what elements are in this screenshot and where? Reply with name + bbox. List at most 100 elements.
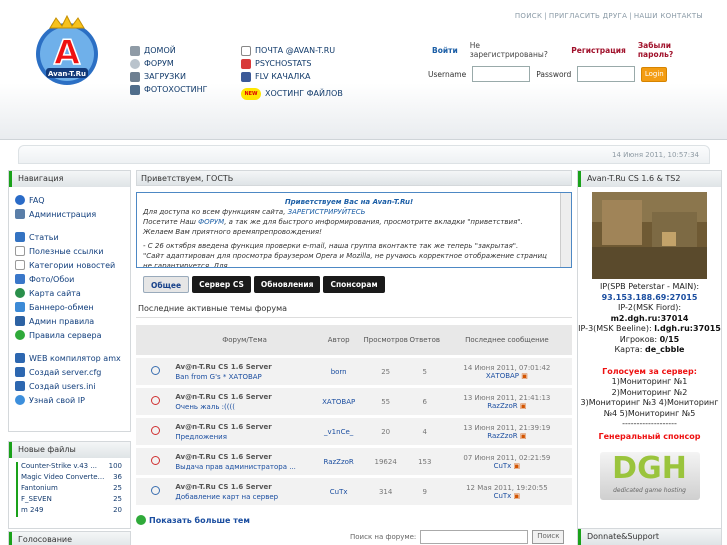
topic-author[interactable]: born (313, 358, 364, 385)
col-views[interactable]: Просмотров (363, 325, 408, 355)
menu-faq[interactable]: FAQ (9, 193, 130, 207)
forum-search-input[interactable] (420, 530, 529, 544)
toplink-search[interactable]: ПОИСК (515, 12, 542, 20)
last-post-username[interactable]: RazZzoR (487, 432, 517, 440)
server-block: Avan-T.Ru CS 1.6 & TS2 IP(SPB Peterstar … (577, 170, 722, 545)
forum-name[interactable]: Av@n-T.Ru CS 1.6 Server (175, 452, 313, 462)
last-post-user[interactable]: ХАТОВАР ▣ (442, 372, 572, 380)
topic-title[interactable]: Предложения (175, 432, 313, 442)
menu-banner-exchange[interactable]: Баннеро-обмен (9, 300, 130, 314)
last-post-user[interactable]: RazZzoR ▣ (442, 432, 572, 440)
menu-label: Категории новостей (29, 260, 116, 270)
site-logo[interactable]: A Avan-T.Ru (28, 14, 106, 86)
new-file-item[interactable]: F_SEVEN 25 (9, 495, 130, 506)
menu-photos[interactable]: Фото/Обои (9, 272, 130, 286)
goto-post-icon[interactable]: ▣ (514, 462, 521, 470)
new-badge-icon: NEW (241, 87, 261, 100)
last-post-username[interactable]: RazZzoR (487, 402, 517, 410)
nav-mail[interactable]: ПОЧТА @AVAN-T.RU (241, 44, 343, 57)
menu-links[interactable]: Полезные ссылки (9, 244, 130, 258)
ip3-value[interactable]: l.dgh.ru:37015 (654, 324, 721, 333)
tab-sponsors[interactable]: Спонсорам (323, 276, 385, 293)
topic-title[interactable]: Ban from G's * ХАТОВАР (175, 372, 313, 382)
new-file-item[interactable]: Magic Video Converte... 36 (9, 473, 130, 484)
col-forum-topic[interactable]: Форум/Тема (175, 325, 314, 355)
login-enter-link[interactable]: Войти (432, 46, 458, 55)
nav-psychostats[interactable]: PSYCHOSTATS (241, 57, 343, 70)
nav-flv[interactable]: FLV КАЧАЛКА (241, 70, 343, 83)
tab-general[interactable]: Общее (143, 276, 190, 293)
username-input[interactable] (472, 66, 531, 82)
nav-forum[interactable]: ФОРУМ (130, 57, 208, 70)
last-post-username[interactable]: CuTx (494, 492, 512, 500)
forum-name[interactable]: Av@n-T.Ru CS 1.6 Server (175, 422, 313, 432)
new-file-item[interactable]: m 249 20 (9, 506, 130, 517)
topic-views: 19624 (363, 448, 408, 475)
nav-photohosting[interactable]: ФОТОХОСТИНГ (130, 83, 208, 96)
menu-articles[interactable]: Статьи (9, 230, 130, 244)
show-more-topics[interactable]: Показать больше тем (136, 515, 250, 525)
toplink-invite[interactable]: ПРИГЛАСИТЬ ДРУГА (549, 12, 627, 20)
goto-post-icon[interactable]: ▣ (514, 492, 521, 500)
menu-my-ip[interactable]: Узнай свой IP (9, 393, 130, 407)
topic-author[interactable]: RazZzoR (313, 448, 364, 475)
menu-amx-compiler[interactable]: WEB компилятор amx (9, 351, 130, 365)
topic-author[interactable]: _v1nCe_ (313, 418, 364, 445)
goto-post-icon[interactable]: ▣ (521, 372, 528, 380)
goto-post-icon[interactable]: ▣ (520, 432, 527, 440)
vote-line[interactable]: 3)Мониторинг №3 4)Мониторинг (578, 398, 721, 409)
forum-name[interactable]: Av@n-T.Ru CS 1.6 Server (175, 482, 313, 492)
topic-title[interactable]: Добавление карт на сервер (175, 492, 313, 502)
sponsor-logo[interactable]: DGH dedicated game hosting (599, 452, 700, 500)
login-button[interactable]: Login (641, 66, 668, 82)
menu-sitemap[interactable]: Карта сайта (9, 286, 130, 300)
topic-author[interactable]: ХАТОВАР (313, 388, 364, 415)
tab-updates[interactable]: Обновления (253, 276, 321, 293)
nav-group-1: FAQ Администрация (9, 193, 130, 221)
login-panel: Войти Не зарегистрированы? Регистрация З… (428, 41, 708, 82)
register-inline-link[interactable]: ЗАРЕГИСТРИРУЙТЕСЬ (288, 208, 366, 216)
vote-line[interactable]: 2)Мониторинг №2 (578, 388, 721, 399)
forum-name[interactable]: Av@n-T.Ru CS 1.6 Server (175, 362, 313, 372)
nav-home[interactable]: ДОМОЙ (130, 44, 208, 57)
list-icon (15, 260, 25, 270)
col-replies[interactable]: Ответов (407, 325, 442, 355)
forum-search-button[interactable]: Поиск (532, 530, 565, 544)
register-link[interactable]: Регистрация (571, 46, 626, 55)
not-registered-text: Не зарегистрированы? (469, 41, 548, 59)
menu-users-ini[interactable]: Создай users.ini (9, 379, 130, 393)
welcome-scrollbar[interactable] (560, 193, 571, 267)
nav-label: ФОРУМ (144, 59, 174, 68)
last-post-user[interactable]: CuTx ▣ (442, 462, 572, 470)
vote-line[interactable]: 1)Мониторинг №1 (578, 377, 721, 388)
topic-author[interactable]: CuTx (313, 478, 364, 505)
col-last-post[interactable]: Последнее сообщение (441, 325, 572, 355)
last-post-username[interactable]: ХАТОВАР (486, 372, 519, 380)
tab-server-cs[interactable]: Сервер CS (192, 276, 251, 293)
menu-server-cfg[interactable]: Создай server.cfg (9, 365, 130, 379)
last-post-user[interactable]: RazZzoR ▣ (442, 402, 572, 410)
file-count: 25 (113, 484, 122, 492)
topic-title[interactable]: Очень жаль :(((( (175, 402, 313, 412)
menu-server-rules[interactable]: Правила сервера (9, 328, 130, 342)
password-input[interactable] (577, 66, 636, 82)
nav-filehosting[interactable]: NEW ХОСТИНГ ФАЙЛОВ (241, 87, 343, 100)
menu-news-categories[interactable]: Категории новостей (9, 258, 130, 272)
vote-line[interactable]: №4 5)Мониторинг №5 (578, 409, 721, 420)
topic-title[interactable]: Выдача прав администратора ... (175, 462, 313, 472)
nav-downloads[interactable]: ЗАГРУЗКИ (130, 70, 208, 83)
ip2-value[interactable]: m2.dgh.ru:37014 (611, 314, 689, 323)
ip-main[interactable]: 93.153.188.69:27015 (578, 293, 721, 304)
last-post-user[interactable]: CuTx ▣ (442, 492, 572, 500)
goto-post-icon[interactable]: ▣ (520, 402, 527, 410)
last-post-username[interactable]: CuTx (494, 462, 512, 470)
forgot-password-link[interactable]: Забыли пароль? (638, 41, 708, 59)
forum-name[interactable]: Av@n-T.Ru CS 1.6 Server (175, 392, 313, 402)
col-author[interactable]: Автор (313, 325, 364, 355)
new-file-item[interactable]: Fantonium 25 (9, 484, 130, 495)
forum-inline-link[interactable]: ФОРУМ (198, 218, 224, 226)
menu-admin-rules[interactable]: Админ правила (9, 314, 130, 328)
new-file-item[interactable]: Counter-Strike v.43 ... 100 (9, 462, 130, 473)
menu-admins[interactable]: Администрация (9, 207, 130, 221)
toplink-contacts[interactable]: НАШИ КОНТАКТЫ (634, 12, 703, 20)
